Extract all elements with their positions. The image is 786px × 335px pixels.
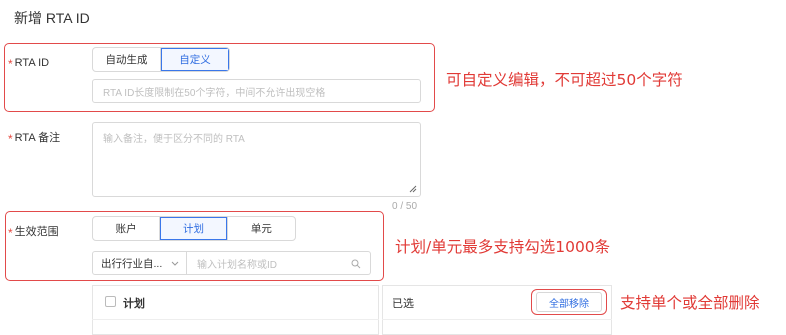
- required-mark: *: [8, 226, 13, 240]
- industry-filter-select[interactable]: 出行行业自...: [92, 251, 187, 275]
- scope-unit-option[interactable]: 单元: [228, 217, 295, 240]
- rta-note-label-group: * RTA 备注: [8, 128, 60, 146]
- page-title: 新增 RTA ID: [14, 10, 90, 26]
- scope-plan-option[interactable]: 计划: [160, 217, 228, 240]
- rta-id-label: RTA ID: [14, 57, 50, 69]
- scope-account-option[interactable]: 账户: [93, 217, 161, 240]
- rta-note-label: RTA 备注: [14, 132, 61, 144]
- panel-divider: [382, 319, 612, 320]
- plan-list-header: 计划: [123, 298, 145, 310]
- selected-list-header: 已选: [392, 298, 414, 310]
- panel-divider: [92, 319, 379, 320]
- rta-note-textarea[interactable]: 输入备注，便于区分不同的 RTA: [92, 122, 421, 197]
- scope-label-group: * 生效范围: [8, 222, 59, 240]
- rta-id-label-group: * RTA ID: [8, 53, 49, 71]
- chevron-down-icon: [171, 261, 179, 266]
- plan-search-input[interactable]: 输入计划名称或ID: [187, 251, 371, 275]
- required-mark: *: [8, 57, 13, 71]
- rta-id-input[interactable]: RTA ID长度限制在50个字符，中间不允许出现空格: [92, 79, 421, 103]
- required-mark: *: [8, 132, 13, 146]
- rta-id-mode-toggle: 自动生成 自定义: [92, 47, 230, 72]
- auto-generate-option[interactable]: 自动生成: [93, 48, 161, 71]
- rta-id-annotation: 可自定义编辑，不可超过50个字符: [446, 71, 683, 89]
- rta-id-input-placeholder: RTA ID长度限制在50个字符，中间不允许出现空格: [103, 87, 326, 99]
- industry-filter-value: 出行行业自...: [101, 257, 163, 270]
- custom-option[interactable]: 自定义: [161, 48, 229, 71]
- scope-annotation: 计划/单元最多支持勾选1000条: [395, 238, 611, 256]
- rta-note-counter: 0 / 50: [392, 201, 418, 212]
- remove-all-button[interactable]: 全部移除: [536, 292, 602, 312]
- resize-handle-icon[interactable]: [409, 185, 417, 193]
- select-all-checkbox[interactable]: [105, 296, 116, 307]
- scope-label: 生效范围: [14, 226, 59, 238]
- search-icon[interactable]: [351, 259, 361, 269]
- scope-level-toggle: 账户 计划 单元: [92, 216, 296, 241]
- plan-search-placeholder: 输入计划名称或ID: [197, 259, 277, 271]
- rta-note-placeholder: 输入备注，便于区分不同的 RTA: [103, 134, 245, 145]
- remove-annotation: 支持单个或全部删除: [620, 294, 760, 312]
